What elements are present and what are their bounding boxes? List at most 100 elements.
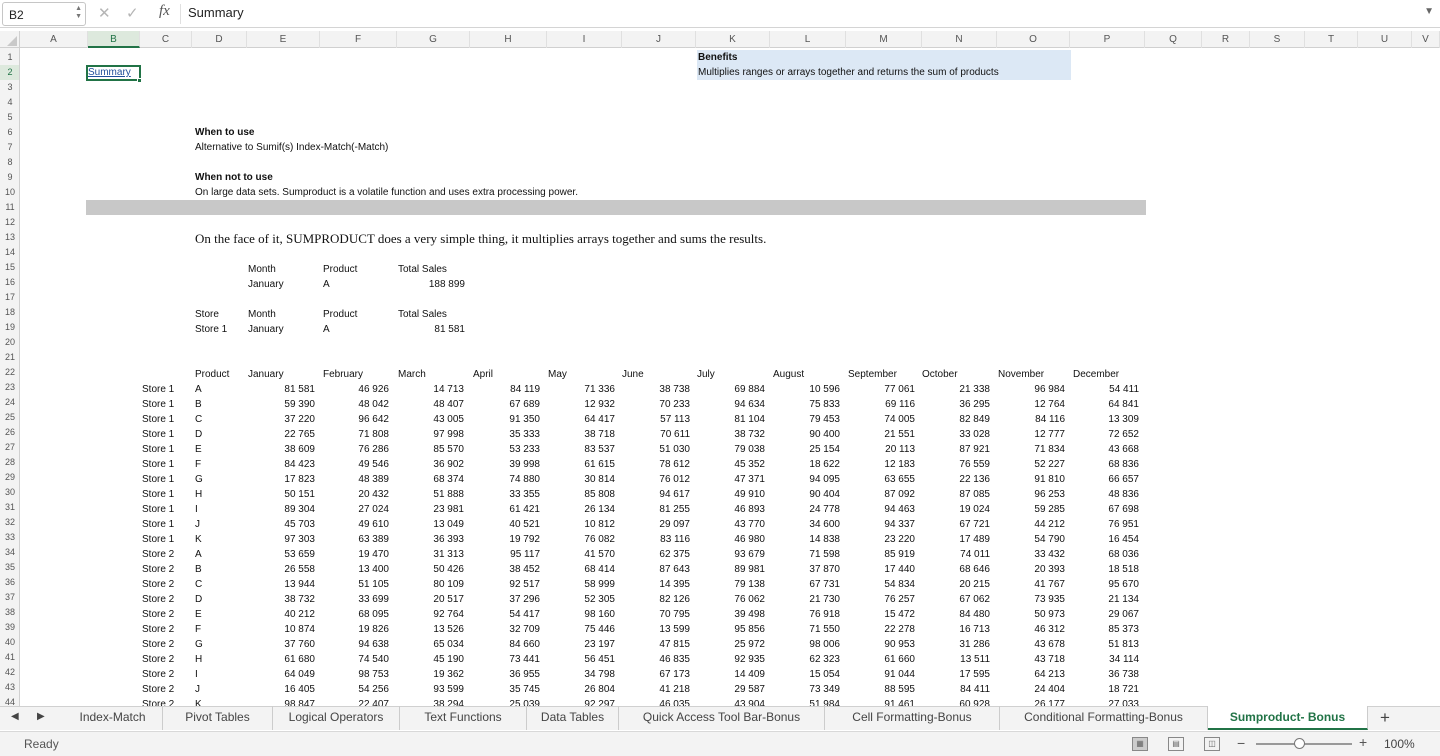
row-header-44[interactable]: 44 <box>0 695 19 706</box>
row-header-7[interactable]: 7 <box>0 140 19 155</box>
zoom-in-button[interactable]: + <box>1359 734 1367 750</box>
page-layout-view-icon[interactable]: ▤ <box>1168 737 1184 751</box>
row-header-21[interactable]: 21 <box>0 350 19 365</box>
column-header-j[interactable]: J <box>622 31 696 48</box>
sales-cell: 13 309 <box>1108 414 1139 425</box>
row-header-41[interactable]: 41 <box>0 650 19 665</box>
sales-cell: 19 024 <box>959 504 990 515</box>
row-header-18[interactable]: 18 <box>0 305 19 320</box>
column-header-b[interactable]: B <box>88 31 140 48</box>
row-header-26[interactable]: 26 <box>0 425 19 440</box>
sheet-tab-quick-access-tool-bar-bonus[interactable]: Quick Access Tool Bar-Bonus <box>619 706 825 730</box>
sales-cell: 51 105 <box>358 579 389 590</box>
column-header-s[interactable]: S <box>1250 31 1305 48</box>
cancel-icon[interactable]: ✕ <box>98 4 111 22</box>
row-header-4[interactable]: 4 <box>0 95 19 110</box>
sheet-tab-sumproduct-bonus[interactable]: Sumproduct- Bonus <box>1208 706 1368 730</box>
row-header-38[interactable]: 38 <box>0 605 19 620</box>
row-header-31[interactable]: 31 <box>0 500 19 515</box>
column-header-h[interactable]: H <box>470 31 547 48</box>
column-header-p[interactable]: P <box>1070 31 1145 48</box>
row-header-8[interactable]: 8 <box>0 155 19 170</box>
expand-formula-icon[interactable]: ▼ <box>1424 6 1434 17</box>
column-header-l[interactable]: L <box>770 31 846 48</box>
row-header-19[interactable]: 19 <box>0 320 19 335</box>
row-header-24[interactable]: 24 <box>0 395 19 410</box>
row-header-10[interactable]: 10 <box>0 185 19 200</box>
row-header-29[interactable]: 29 <box>0 470 19 485</box>
worksheet-grid[interactable]: Benefits Multiplies ranges or arrays tog… <box>21 48 1440 706</box>
column-header-v[interactable]: V <box>1412 31 1440 48</box>
row-header-35[interactable]: 35 <box>0 560 19 575</box>
fill-handle[interactable] <box>137 78 142 83</box>
example2-product: A <box>323 324 330 335</box>
column-header-c[interactable]: C <box>140 31 192 48</box>
row-header-30[interactable]: 30 <box>0 485 19 500</box>
prev-sheet-icon[interactable]: ◀ <box>11 711 19 722</box>
function-icon[interactable]: fx <box>159 3 170 20</box>
column-header-u[interactable]: U <box>1358 31 1412 48</box>
row-header-34[interactable]: 34 <box>0 545 19 560</box>
sales-cell: 64 213 <box>1034 669 1065 680</box>
column-header-m[interactable]: M <box>846 31 922 48</box>
row-header-11[interactable]: 11 <box>0 200 19 215</box>
row-header-9[interactable]: 9 <box>0 170 19 185</box>
normal-view-icon[interactable]: ▦ <box>1132 737 1148 751</box>
row-header-5[interactable]: 5 <box>0 110 19 125</box>
column-header-f[interactable]: F <box>320 31 397 48</box>
column-header-k[interactable]: K <box>696 31 770 48</box>
row-header-27[interactable]: 27 <box>0 440 19 455</box>
example1-month-header: Month <box>248 264 276 275</box>
row-header-6[interactable]: 6 <box>0 125 19 140</box>
row-header-2[interactable]: 2 <box>0 65 19 80</box>
column-header-o[interactable]: O <box>997 31 1070 48</box>
column-header-e[interactable]: E <box>247 31 320 48</box>
sheet-tab-cell-formatting-bonus[interactable]: Cell Formatting-Bonus <box>825 706 1000 730</box>
row-header-25[interactable]: 25 <box>0 410 19 425</box>
column-header-g[interactable]: G <box>397 31 470 48</box>
row-header-13[interactable]: 13 <box>0 230 19 245</box>
row-header-22[interactable]: 22 <box>0 365 19 380</box>
row-header-20[interactable]: 20 <box>0 335 19 350</box>
row-header-17[interactable]: 17 <box>0 290 19 305</box>
row-header-40[interactable]: 40 <box>0 635 19 650</box>
row-header-28[interactable]: 28 <box>0 455 19 470</box>
page-break-view-icon[interactable]: ◫ <box>1204 737 1220 751</box>
formula-input[interactable]: Summary <box>188 5 244 20</box>
row-header-16[interactable]: 16 <box>0 275 19 290</box>
row-header-37[interactable]: 37 <box>0 590 19 605</box>
row-header-12[interactable]: 12 <box>0 215 19 230</box>
row-header-23[interactable]: 23 <box>0 380 19 395</box>
row-header-32[interactable]: 32 <box>0 515 19 530</box>
column-header-q[interactable]: Q <box>1145 31 1202 48</box>
sheet-tab-data-tables[interactable]: Data Tables <box>527 706 619 730</box>
row-header-39[interactable]: 39 <box>0 620 19 635</box>
zoom-out-button[interactable]: − <box>1237 735 1245 751</box>
sheet-tab-pivot-tables[interactable]: Pivot Tables <box>163 706 273 730</box>
column-header-a[interactable]: A <box>20 31 88 48</box>
row-header-3[interactable]: 3 <box>0 80 19 95</box>
column-header-i[interactable]: I <box>547 31 622 48</box>
column-header-t[interactable]: T <box>1305 31 1358 48</box>
column-header-d[interactable]: D <box>192 31 247 48</box>
row-header-33[interactable]: 33 <box>0 530 19 545</box>
row-header-43[interactable]: 43 <box>0 680 19 695</box>
sheet-tab-text-functions[interactable]: Text Functions <box>400 706 527 730</box>
row-header-14[interactable]: 14 <box>0 245 19 260</box>
row-header-36[interactable]: 36 <box>0 575 19 590</box>
confirm-icon[interactable]: ✓ <box>126 4 139 22</box>
name-box-stepper-icon[interactable]: ▲ ▼ <box>75 5 82 21</box>
sheet-tab-index-match[interactable]: Index-Match <box>63 706 163 730</box>
name-box[interactable]: B2 ▲ ▼ <box>2 2 86 26</box>
row-header-1[interactable]: 1 <box>0 50 19 65</box>
sheet-tab-logical-operators[interactable]: Logical Operators <box>273 706 400 730</box>
next-sheet-icon[interactable]: ▶ <box>37 711 45 722</box>
sales-cell: 85 570 <box>433 444 464 455</box>
sales-cell: 71 550 <box>809 624 840 635</box>
add-sheet-button[interactable]: + <box>1380 708 1390 728</box>
row-header-15[interactable]: 15 <box>0 260 19 275</box>
column-header-r[interactable]: R <box>1202 31 1250 48</box>
row-header-42[interactable]: 42 <box>0 665 19 680</box>
column-header-n[interactable]: N <box>922 31 997 48</box>
sheet-tab-conditional-formatting-bonus[interactable]: Conditional Formatting-Bonus <box>1000 706 1208 730</box>
